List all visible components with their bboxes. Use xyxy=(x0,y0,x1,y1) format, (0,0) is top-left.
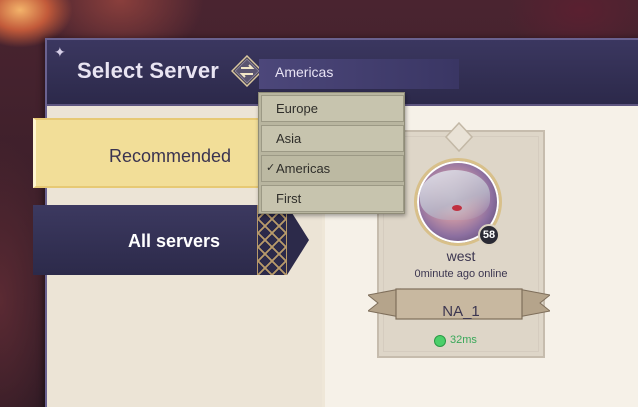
player-name: west xyxy=(446,248,476,264)
tab-recommended-label: Recommended xyxy=(109,146,232,166)
avatar-hair-detail xyxy=(420,170,490,220)
dropdown-option-label: Europe xyxy=(276,101,318,116)
ping-value: 32ms xyxy=(450,334,477,346)
avatar-eye-detail xyxy=(452,205,462,211)
dropdown-option-europe[interactable]: Europe xyxy=(261,95,404,122)
dropdown-option-asia[interactable]: Asia xyxy=(261,125,404,152)
level-badge: 58 xyxy=(478,224,500,246)
corner-star-icon: ✦ xyxy=(54,44,66,60)
check-icon: ✓ xyxy=(266,162,276,174)
tab-ornament-pattern xyxy=(257,205,287,275)
tab-recommended[interactable]: Recommended xyxy=(33,118,273,188)
last-online-text: 0minute ago online xyxy=(414,268,508,280)
diamond-ornament-icon xyxy=(444,122,474,152)
dropdown-option-label: Americas xyxy=(276,161,331,176)
server-name: NA_1 xyxy=(442,303,480,320)
region-selected-label: Americas xyxy=(275,64,334,80)
tab-all-servers-label: All servers xyxy=(128,231,221,251)
region-dropdown: Europe Asia ✓ Americas First xyxy=(258,92,405,214)
dropdown-option-first[interactable]: First xyxy=(261,185,404,212)
tab-all-servers[interactable]: All servers xyxy=(33,205,273,275)
ping-status-icon xyxy=(434,335,446,347)
page-title: Select Server xyxy=(77,58,220,83)
dropdown-option-americas[interactable]: ✓ Americas xyxy=(261,155,404,182)
dropdown-option-label: First xyxy=(276,191,302,206)
tab-arrow-icon xyxy=(287,205,309,275)
dropdown-option-label: Asia xyxy=(276,131,302,146)
